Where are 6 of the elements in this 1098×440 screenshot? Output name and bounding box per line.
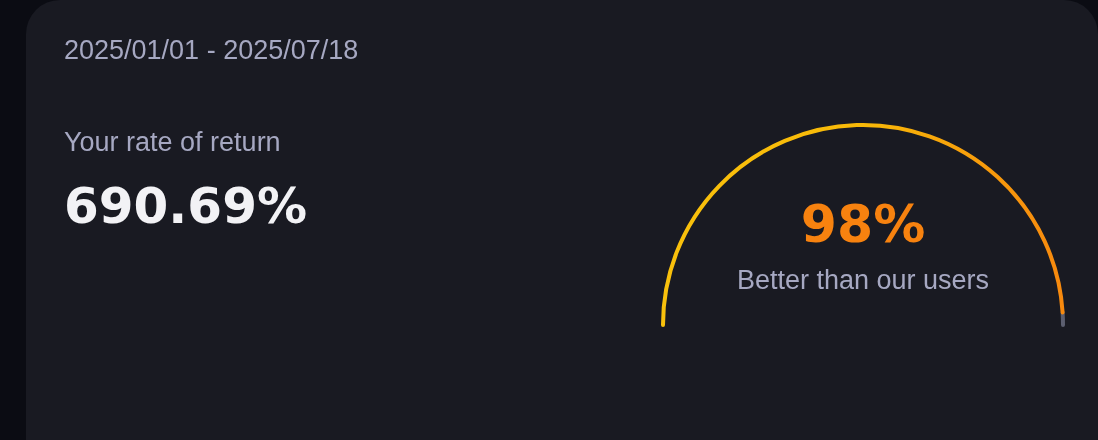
gauge-track [1060,310,1065,327]
return-value: 690.69% [64,176,309,236]
date-range: 2025/01/01 - 2025/07/18 [64,34,359,67]
return-label: Your rate of return [64,126,282,159]
percentile-value: 98% [800,194,926,254]
percentile-caption: Better than our users [736,264,990,297]
